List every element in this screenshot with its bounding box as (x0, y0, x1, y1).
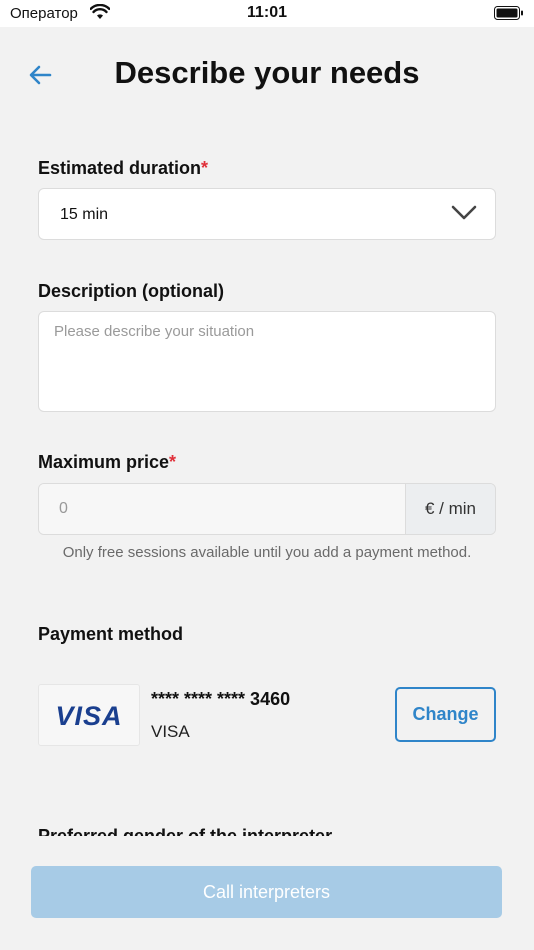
chevron-down-icon (451, 205, 477, 226)
max-price-label: Maximum price* (38, 452, 176, 473)
payment-hint: Only free sessions available until you a… (62, 544, 472, 561)
required-mark: * (169, 452, 177, 472)
duration-label-text: Estimated duration (38, 158, 202, 178)
max-price-group: € / min (38, 483, 496, 535)
card-number: **** **** **** 3460 (151, 689, 291, 709)
status-bar: Оператор 11:01 (0, 0, 534, 27)
gender-label: Preferred gender of the interpreter (38, 826, 498, 836)
duration-label: Estimated duration* (38, 158, 208, 179)
visa-logo-text: VISA (55, 701, 123, 731)
max-price-input[interactable] (39, 484, 407, 534)
gender-label-text: Preferred gender of the interpreter (38, 826, 333, 836)
max-price-label-text: Maximum price (38, 452, 170, 472)
duration-value: 15 min (60, 206, 109, 223)
price-unit: € / min (405, 484, 495, 534)
battery-icon (494, 6, 524, 25)
call-interpreters-button[interactable]: Call interpreters (31, 866, 502, 918)
required-mark: * (201, 158, 209, 178)
description-label: Description (optional) (38, 281, 224, 301)
change-payment-button[interactable]: Change (395, 687, 496, 742)
clock: 11:01 (246, 4, 288, 21)
page-title: Describe your needs (114, 55, 420, 90)
visa-card-logo: VISA (38, 684, 140, 746)
description-field[interactable] (38, 311, 496, 412)
header: Describe your needs (0, 27, 534, 117)
card-brand: VISA (151, 722, 190, 741)
duration-select[interactable]: 15 min (38, 188, 496, 240)
payment-method-label: Payment method (38, 624, 184, 644)
